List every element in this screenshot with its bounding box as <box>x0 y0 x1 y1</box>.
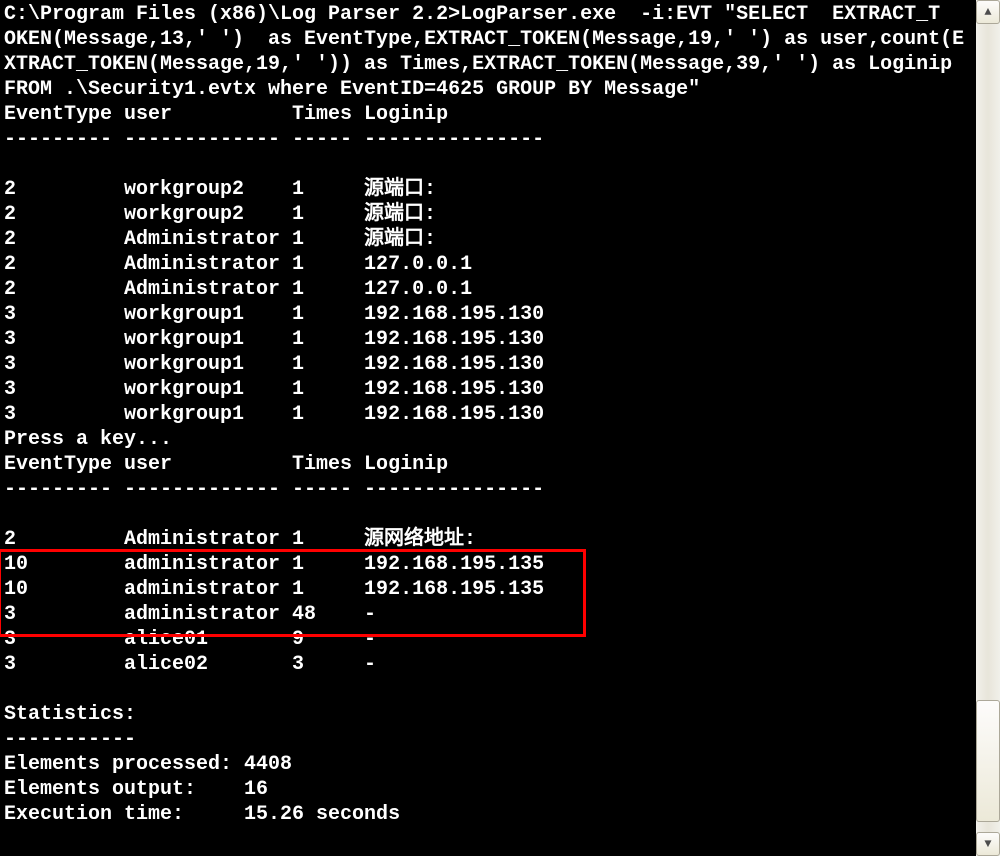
terminal-content: C:\Program Files (x86)\Log Parser 2.2>Lo… <box>0 0 976 856</box>
scrollbar-down-button[interactable]: ▼ <box>976 832 1000 856</box>
vertical-scrollbar[interactable]: ▲ ▼ <box>976 0 1000 856</box>
window-frame: C:\Program Files (x86)\Log Parser 2.2>Lo… <box>0 0 1000 856</box>
chevron-down-icon: ▼ <box>984 838 991 850</box>
scrollbar-thumb[interactable] <box>976 700 1000 822</box>
scrollbar-up-button[interactable]: ▲ <box>976 0 1000 24</box>
terminal-viewport[interactable]: C:\Program Files (x86)\Log Parser 2.2>Lo… <box>0 0 976 856</box>
chevron-up-icon: ▲ <box>984 6 991 18</box>
